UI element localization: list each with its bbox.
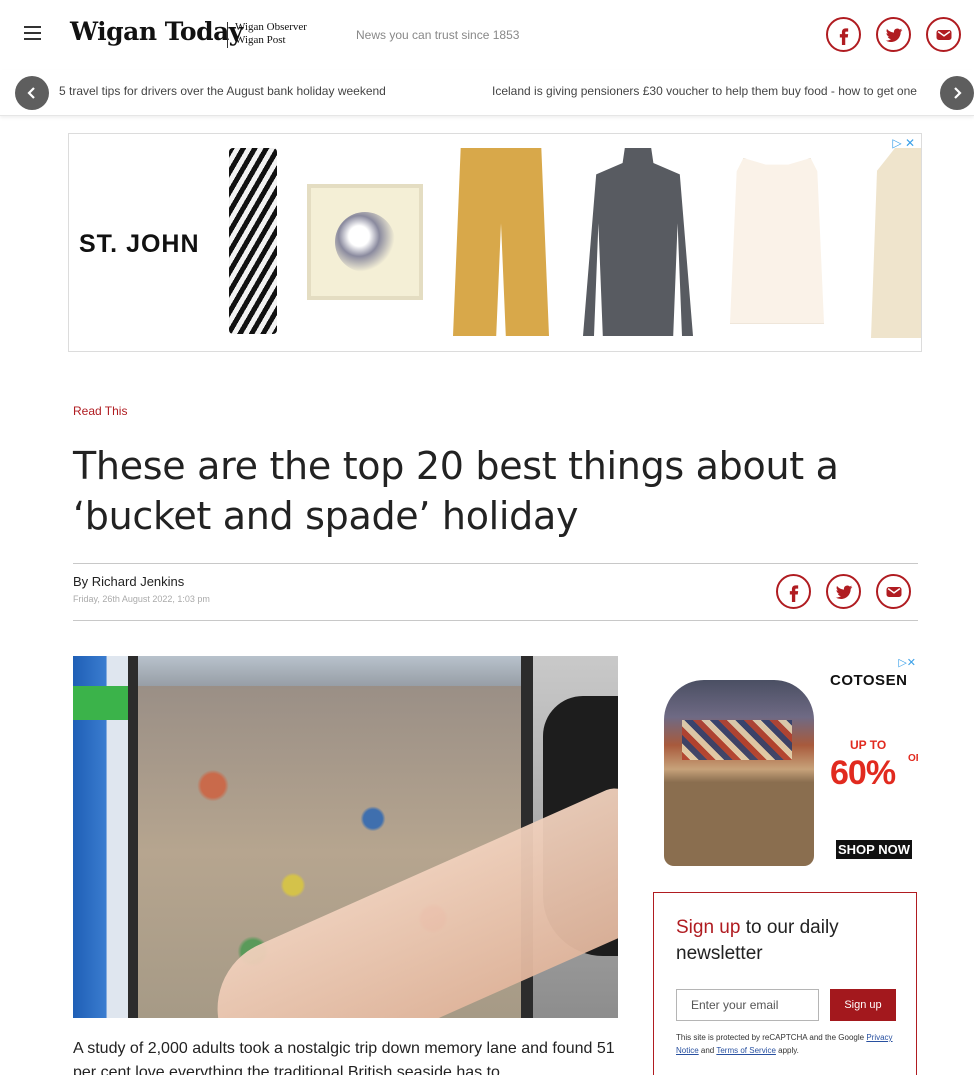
- ad-discount-suffix: OFF: [908, 753, 918, 764]
- site-header: Wigan Today Wigan Observer Wigan Post Ne…: [0, 0, 974, 70]
- chevron-left-icon: [27, 87, 35, 99]
- top-advertisement[interactable]: ▷ ✕ ST. JOHN: [68, 133, 922, 352]
- site-logo[interactable]: Wigan Today: [70, 17, 243, 46]
- sidebar-advertisement[interactable]: ▷✕ COTOSEN UP TO 60% OFF SHOP NOW: [652, 656, 918, 870]
- ad-brand-name: ST. JOHN: [79, 230, 200, 258]
- logo-divider: [227, 22, 228, 48]
- facebook-icon[interactable]: [826, 17, 861, 52]
- byline-top-divider: [73, 563, 918, 564]
- ticker-prev-button[interactable]: [15, 76, 49, 110]
- article-author[interactable]: By Richard Jenkins: [73, 574, 184, 589]
- ad-product-scarf[interactable]: [307, 184, 423, 300]
- article-date: Friday, 26th August 2022, 1:03 pm: [73, 594, 210, 604]
- logo-sub-observer: Wigan Observer: [235, 21, 307, 33]
- recaptcha-text: This site is protected by reCAPTCHA and …: [676, 1033, 867, 1042]
- shop-now-button[interactable]: SHOP NOW: [836, 840, 912, 859]
- site-tagline: News you can trust since 1853: [356, 28, 520, 42]
- news-ticker: 5 travel tips for drivers over the Augus…: [0, 70, 974, 116]
- recaptcha-notice: This site is protected by reCAPTCHA and …: [676, 1031, 906, 1057]
- newsletter-title-highlight: Sign up: [676, 917, 741, 938]
- ad-discount-percent: 60%: [830, 754, 896, 792]
- article-body-paragraph: A study of 2,000 adults took a nostalgic…: [73, 1040, 615, 1075]
- chevron-right-icon: [954, 87, 962, 99]
- recaptcha-and: and: [698, 1046, 717, 1055]
- ad-product-tank-top[interactable]: [729, 158, 825, 324]
- ticker-next-button[interactable]: [940, 76, 974, 110]
- ad-product-zebra-top[interactable]: [229, 148, 277, 334]
- ad-product-turtleneck[interactable]: [583, 148, 693, 336]
- facebook-icon[interactable]: [776, 574, 811, 609]
- twitter-icon[interactable]: [876, 17, 911, 52]
- article-hero-image[interactable]: [73, 656, 618, 1018]
- article-share-links: [776, 574, 911, 609]
- terms-of-service-link[interactable]: Terms of Service: [716, 1046, 776, 1055]
- ticker-link-iceland[interactable]: Iceland is giving pensioners £30 voucher…: [492, 84, 917, 98]
- ticker-link-travel-tips[interactable]: 5 travel tips for drivers over the Augus…: [59, 84, 386, 98]
- byline-bottom-divider: [73, 620, 918, 621]
- adchoices-icon[interactable]: ▷ ✕: [892, 136, 915, 150]
- email-icon[interactable]: [876, 574, 911, 609]
- newsletter-email-input[interactable]: [676, 989, 819, 1021]
- ad-brand-name: COTOSEN: [830, 672, 908, 689]
- menu-icon[interactable]: [24, 26, 41, 40]
- ad-product-trousers[interactable]: [453, 148, 549, 336]
- recaptcha-end: apply.: [775, 1046, 799, 1055]
- ad-product-dress[interactable]: [871, 148, 921, 338]
- article-kicker[interactable]: Read This: [73, 404, 127, 418]
- newsletter-signup-button[interactable]: Sign up: [830, 989, 896, 1021]
- header-social-links: [826, 17, 961, 52]
- ad-product-hoodie[interactable]: [652, 660, 828, 870]
- email-icon[interactable]: [926, 17, 961, 52]
- newsletter-title: Sign up to our daily newsletter: [676, 915, 906, 967]
- ad-discount-prefix: UP TO: [850, 738, 887, 752]
- newsletter-signup-box: Sign up to our daily newsletter Sign up …: [653, 892, 917, 1075]
- adchoices-icon[interactable]: ▷✕: [898, 656, 916, 669]
- twitter-icon[interactable]: [826, 574, 861, 609]
- article-headline: These are the top 20 best things about a…: [73, 444, 839, 538]
- logo-subtitle: Wigan Observer Wigan Post: [235, 21, 307, 47]
- logo-sub-post: Wigan Post: [235, 34, 286, 46]
